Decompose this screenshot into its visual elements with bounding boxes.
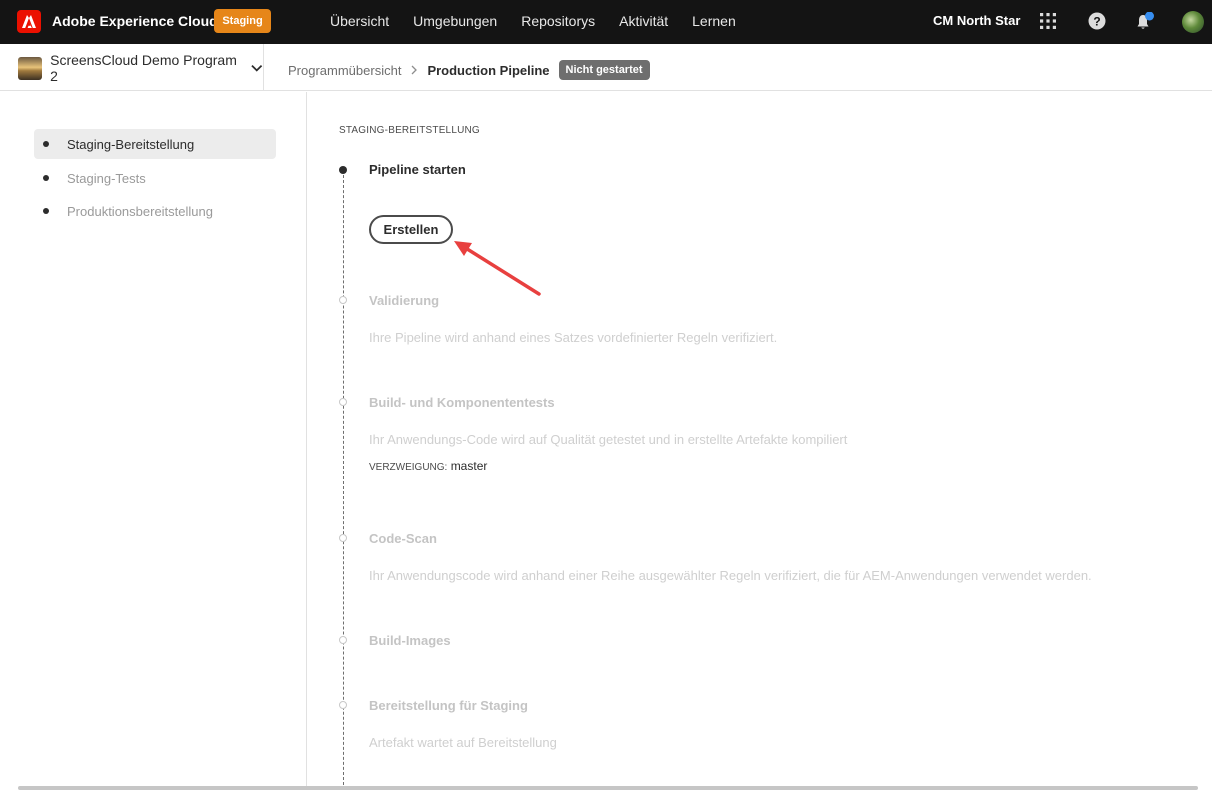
sidebar-item-production-deployment[interactable]: Produktionsbereitstellung bbox=[34, 196, 276, 226]
svg-text:?: ? bbox=[1093, 15, 1100, 29]
chevron-down-icon bbox=[250, 64, 262, 72]
create-button[interactable]: Erstellen bbox=[369, 215, 453, 244]
program-name: ScreensCloud Demo Program 2 bbox=[50, 52, 237, 84]
step-desc-code-scan: Ihr Anwendungscode wird anhand einer Rei… bbox=[369, 568, 1092, 583]
branch-label: VERZWEIGUNG: bbox=[369, 462, 448, 473]
nav-repositories[interactable]: Repositorys bbox=[521, 13, 595, 29]
sidebar-item-label: Staging-Tests bbox=[67, 170, 146, 186]
nav-learn[interactable]: Lernen bbox=[692, 13, 736, 29]
bullet-icon bbox=[43, 208, 49, 214]
breadcrumb-program-overview[interactable]: Programmübersicht bbox=[288, 63, 401, 78]
sidebar-item-staging-deployment[interactable]: Staging-Bereitstellung bbox=[34, 129, 276, 159]
program-bar: ScreensCloud Demo Program 2 Programmüber… bbox=[0, 44, 1212, 91]
step-desc-deploy-staging: Artefakt wartet auf Bereitstellung bbox=[369, 735, 557, 750]
sidebar: Staging-Bereitstellung Staging-Tests Pro… bbox=[0, 92, 307, 790]
section-title: STAGING-BEREITSTELLUNG bbox=[339, 125, 480, 136]
annotation-arrow bbox=[454, 241, 541, 296]
timeline-line bbox=[343, 170, 344, 790]
step-dot bbox=[339, 398, 347, 406]
avatar[interactable] bbox=[1182, 11, 1204, 33]
bell-icon[interactable] bbox=[1135, 12, 1155, 32]
breadcrumb-current: Production Pipeline bbox=[427, 62, 550, 78]
adobe-logo-icon[interactable] bbox=[17, 10, 41, 33]
top-bar: Adobe Experience Cloud Staging Übersicht… bbox=[0, 0, 1212, 44]
sidebar-item-staging-tests[interactable]: Staging-Tests bbox=[34, 163, 276, 193]
step-dot bbox=[339, 296, 347, 304]
step-dot bbox=[339, 534, 347, 542]
apps-grid-icon[interactable] bbox=[1040, 13, 1056, 29]
sidebar-item-label: Staging-Bereitstellung bbox=[67, 136, 195, 152]
step-dot-active bbox=[339, 166, 347, 174]
step-title-code-scan: Code-Scan bbox=[369, 531, 437, 546]
nav-overview[interactable]: Übersicht bbox=[330, 13, 389, 29]
status-badge: Nicht gestartet bbox=[558, 60, 650, 80]
bullet-icon bbox=[43, 175, 49, 181]
program-selector[interactable]: ScreensCloud Demo Program 2 bbox=[18, 52, 263, 84]
branch-value: master bbox=[450, 459, 488, 473]
program-thumbnail bbox=[18, 56, 43, 80]
step-title-deploy-staging: Bereitstellung für Staging bbox=[369, 698, 528, 713]
nav-environments[interactable]: Umgebungen bbox=[413, 13, 497, 29]
branch-info: VERZWEIGUNG: master bbox=[369, 459, 487, 473]
brand-title[interactable]: Adobe Experience Cloud bbox=[52, 13, 218, 29]
step-dot bbox=[339, 636, 347, 644]
chevron-right-icon bbox=[411, 65, 418, 75]
step-title-start-pipeline: Pipeline starten bbox=[369, 162, 466, 177]
step-title-build-tests: Build- und Komponententests bbox=[369, 395, 555, 410]
help-icon[interactable]: ? bbox=[1088, 12, 1106, 30]
main-nav: Übersicht Umgebungen Repositorys Aktivit… bbox=[330, 13, 736, 29]
pipeline-main: STAGING-BEREITSTELLUNG Pipeline starten … bbox=[308, 92, 1212, 790]
nav-activity[interactable]: Aktivität bbox=[619, 13, 668, 29]
horizontal-scrollbar[interactable] bbox=[18, 786, 1198, 790]
org-switcher[interactable]: CM North Star bbox=[933, 13, 1020, 28]
step-title-validation: Validierung bbox=[369, 293, 440, 308]
step-dot bbox=[339, 701, 347, 709]
environment-badge: Staging bbox=[214, 9, 271, 33]
sidebar-item-label: Produktionsbereitstellung bbox=[67, 203, 213, 219]
step-desc-build-tests: Ihr Anwendungs-Code wird auf Qualität ge… bbox=[369, 432, 848, 447]
divider bbox=[263, 44, 264, 91]
bullet-icon bbox=[43, 141, 49, 147]
breadcrumb: Programmübersicht Production Pipeline Ni… bbox=[288, 60, 650, 80]
step-title-build-images: Build-Images bbox=[369, 633, 451, 648]
step-desc-validation: Ihre Pipeline wird anhand eines Satzes v… bbox=[369, 330, 778, 345]
